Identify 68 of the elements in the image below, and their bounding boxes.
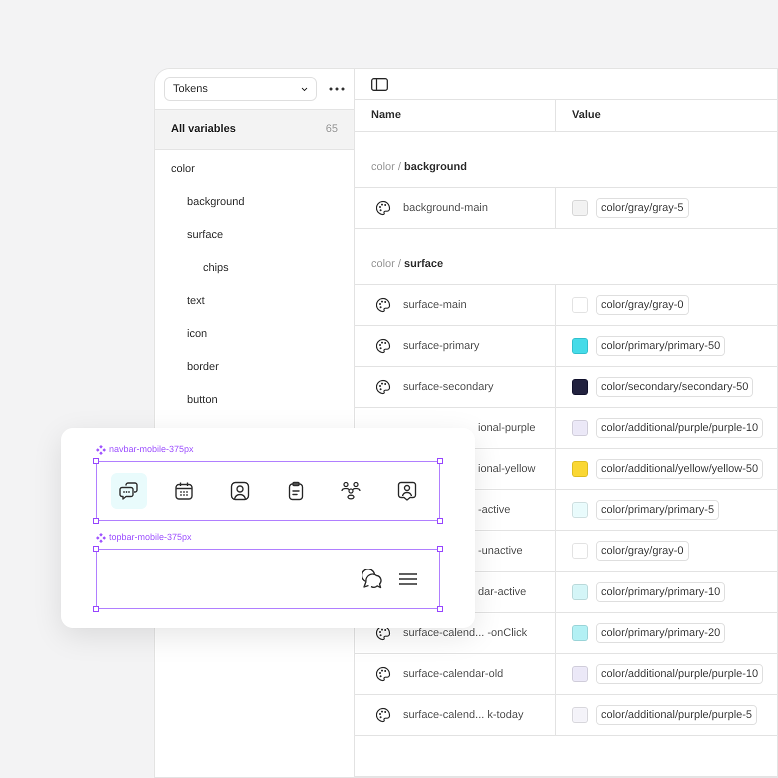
value-chip: color/primary/primary-10 — [596, 582, 726, 602]
people-group-icon — [340, 481, 362, 501]
selection-handle[interactable] — [437, 518, 443, 524]
selection-handle[interactable] — [437, 458, 443, 464]
person-badge-icon — [397, 481, 418, 501]
profile-icon — [230, 481, 250, 501]
tokens-dropdown[interactable]: Tokens — [164, 77, 317, 101]
group-heading: color / surface — [371, 256, 444, 272]
value-chip: color/primary/primary-5 — [596, 500, 720, 520]
palette-icon — [375, 200, 391, 216]
tree-item[interactable]: button — [187, 392, 218, 409]
variable-name: -unactive — [478, 544, 523, 559]
selection-handle[interactable] — [93, 458, 99, 464]
palette-icon — [375, 297, 391, 313]
variable-count: 65 — [326, 122, 338, 138]
value-chip: color/additional/purple/purple-10 — [596, 418, 764, 438]
variable-name: ional-purple — [478, 420, 536, 436]
chat-bubbles-icon[interactable] — [362, 568, 383, 590]
variable-name: surface-calendar-old — [403, 666, 504, 682]
variable-name: -active — [478, 502, 510, 518]
palette-icon — [375, 379, 391, 395]
variable-name: surface-primary — [403, 338, 480, 354]
value-chip: color/gray/gray-5 — [596, 198, 689, 218]
value-chip: color/additional/purple/purple-10 — [596, 664, 764, 684]
value-chip: color/gray/gray-0 — [596, 541, 689, 561]
value-chip: color/additional/yellow/yellow-50 — [596, 459, 764, 479]
component-label: navbar-mobile-375px — [109, 443, 194, 456]
variable-name: ional-yellow — [478, 462, 536, 477]
more-icon[interactable] — [329, 87, 345, 91]
value-chip: color/gray/gray-0 — [596, 295, 689, 315]
column-header: Name — [371, 108, 401, 124]
variable-name: surface-calend... -onClick — [403, 626, 528, 641]
component-icon — [96, 533, 106, 543]
all-variables-item[interactable]: All variables 65 — [155, 109, 354, 150]
caret-icon — [301, 86, 308, 92]
tree-item[interactable]: border — [187, 359, 219, 376]
selection-handle[interactable] — [437, 606, 443, 612]
tree-item[interactable]: color — [171, 161, 195, 178]
variable-name: surface-calend... k-today — [403, 708, 524, 723]
value-chip: color/additional/purple/purple-5 — [596, 705, 758, 725]
variable-name: surface-secondary — [403, 380, 494, 395]
nav-tab[interactable] — [110, 473, 147, 509]
value-chip: color/primary/primary-50 — [596, 336, 726, 356]
value-chip: color/secondary/secondary-50 — [596, 377, 754, 397]
variable-name: dar-active — [478, 584, 526, 600]
tree-item[interactable]: icon — [187, 326, 208, 343]
value-chip: color/primary/primary-20 — [596, 623, 726, 643]
variable-name: background-main — [403, 200, 488, 216]
component-icon — [96, 445, 106, 455]
selection-handle[interactable] — [437, 546, 443, 552]
variable-name: surface-main — [403, 298, 467, 313]
sidebar-toggle-icon[interactable] — [371, 78, 388, 91]
group-heading: color / background — [371, 160, 467, 174]
selection-handle[interactable] — [93, 518, 99, 524]
tree-item[interactable]: text — [187, 293, 205, 310]
palette-icon — [375, 666, 391, 682]
menu-icon[interactable] — [399, 573, 417, 585]
calendar-icon — [174, 481, 194, 501]
tree-item[interactable]: background — [187, 194, 244, 211]
chat-bubbles-icon — [118, 481, 139, 501]
tree-item[interactable]: surface — [187, 227, 224, 244]
palette-icon — [375, 707, 391, 723]
selection-handle[interactable] — [93, 606, 99, 612]
component-label: topbar-mobile-375px — [109, 531, 192, 544]
selection-handle[interactable] — [93, 546, 99, 552]
tree-item[interactable]: chips — [203, 260, 229, 277]
column-header: Value — [572, 108, 601, 124]
palette-icon — [375, 338, 391, 354]
